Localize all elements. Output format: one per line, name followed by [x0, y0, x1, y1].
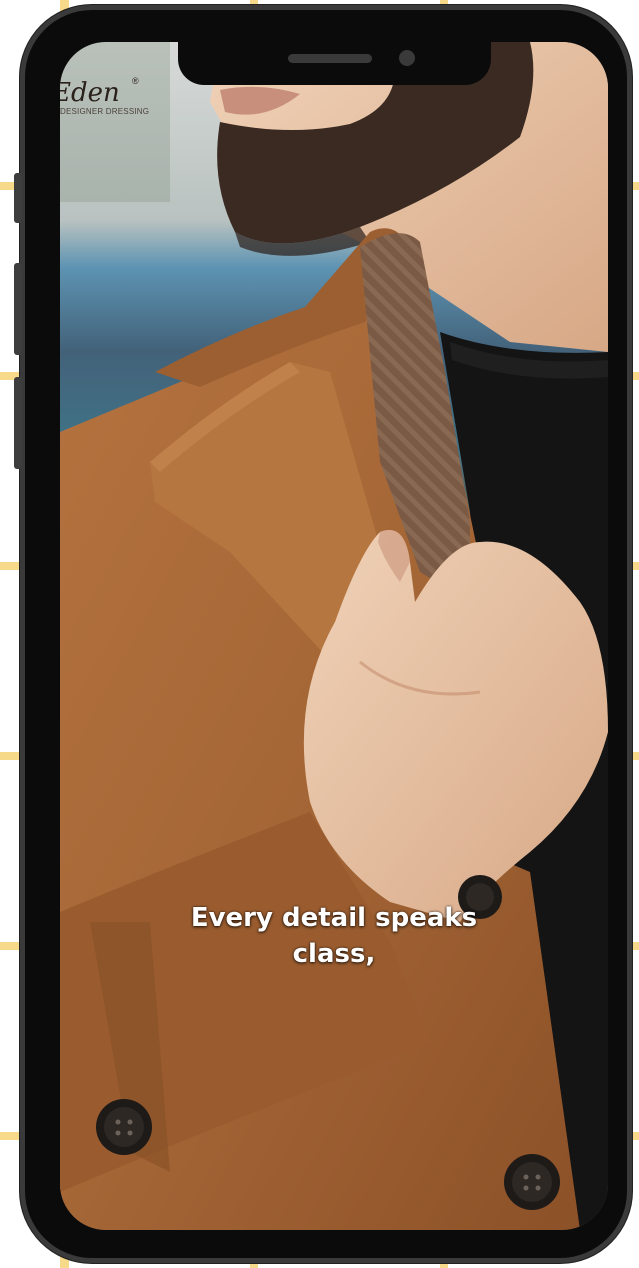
- video-frame-image: [60, 42, 608, 1230]
- phone-notch: [178, 42, 491, 85]
- brand-logo: Eden ® DESIGNER DRESSING: [60, 76, 150, 116]
- registered-mark: ®: [132, 76, 139, 86]
- phone-volume-up-button: [14, 263, 22, 355]
- caption-line-1: Every detail speaks: [190, 903, 478, 933]
- speaker-grille: [288, 54, 372, 63]
- caption-line-2: class,: [292, 939, 376, 969]
- video-caption: Every detail speaks class,: [60, 900, 608, 972]
- phone-mute-switch: [14, 173, 22, 223]
- phone-volume-down-button: [14, 377, 22, 469]
- front-camera: [399, 50, 415, 66]
- video-screen[interactable]: Eden ® DESIGNER DRESSING Every detail sp…: [60, 42, 608, 1230]
- brand-tagline: DESIGNER DRESSING: [60, 107, 150, 116]
